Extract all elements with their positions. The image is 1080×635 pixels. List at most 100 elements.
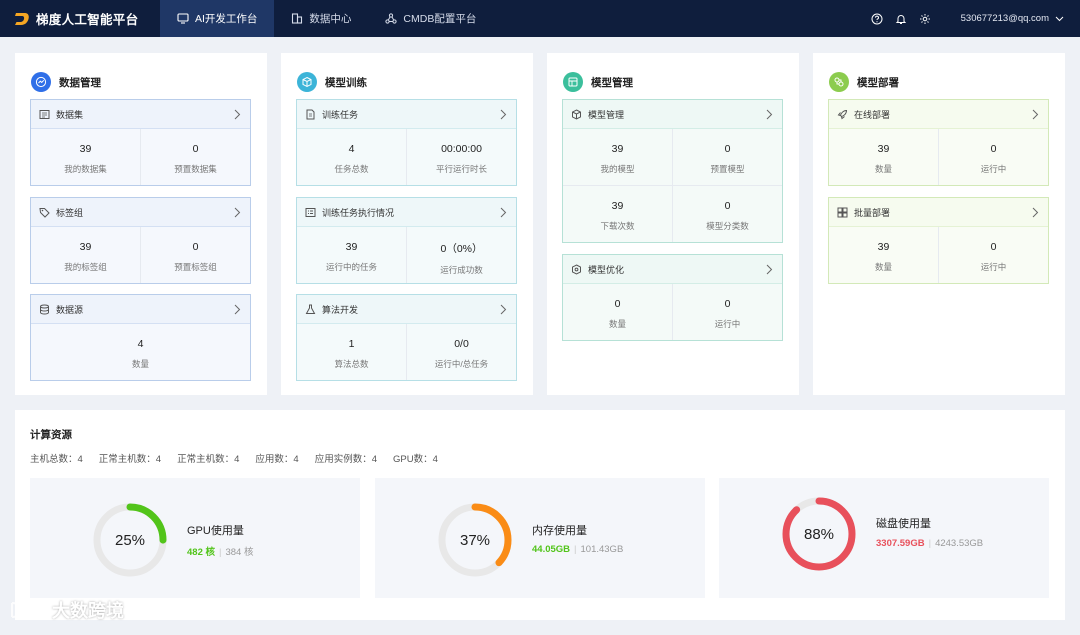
label-group-panel[interactable]: 标签组 39 我的标签组 0 预置标签组	[30, 197, 251, 284]
stat-cell: 0 预置模型	[672, 129, 782, 185]
chevron-right-icon[interactable]	[233, 207, 241, 218]
stat-value: 0	[990, 241, 997, 253]
panel-title: 数据集	[56, 109, 84, 120]
dataset-panel[interactable]: 数据集 39 我的数据集 0 预置数据集	[30, 99, 251, 186]
online-deployment-panel[interactable]: 在线部署 39 数量 0 运行中	[828, 99, 1049, 186]
stat-cell: 4 数量	[31, 324, 250, 380]
module-title: 模型部署	[857, 76, 899, 89]
top-right-tools: 530677213@qq.com	[859, 13, 1080, 25]
stat-cell: 1 算法总数	[297, 324, 406, 380]
stat-label: 运行成功数	[440, 265, 483, 275]
top-navbar: 梯度人工智能平台 AI开发工作台 数据中心 CMDB配置平台 530677213…	[0, 0, 1080, 37]
nav-ai-workbench[interactable]: AI开发工作台	[160, 0, 275, 37]
help-icon[interactable]	[871, 13, 883, 25]
stat-label: 运行中	[980, 164, 1007, 174]
chevron-right-icon[interactable]	[233, 109, 241, 120]
nav-cmdb[interactable]: CMDB配置平台	[368, 0, 493, 37]
module-title: 模型训练	[325, 76, 367, 89]
gpu-used: 482 核	[187, 547, 215, 558]
panel-title: 模型管理	[588, 109, 625, 120]
chevron-right-icon[interactable]	[765, 109, 773, 120]
stat-value: 0	[614, 298, 621, 310]
stat-cell: 39 我的模型	[563, 129, 672, 185]
gear-icon[interactable]	[919, 13, 931, 25]
gpu-usage-card: 25% GPU使用量 482 核 | 384 核	[30, 478, 360, 598]
algorithm-dev-panel[interactable]: 算法开发 1 算法总数 0/0 运行中/总任务	[296, 294, 517, 381]
stat-label: 运行中的任务	[325, 262, 377, 272]
account-menu[interactable]: 530677213@qq.com	[961, 13, 1064, 24]
main-nav: AI开发工作台 数据中心 CMDB配置平台	[160, 0, 493, 37]
memory-used: 44.05GB	[532, 544, 571, 555]
stat-value: 39	[79, 241, 92, 253]
chevron-right-icon[interactable]	[765, 264, 773, 275]
stat-cell: 00:00:00 平行运行时长	[406, 129, 516, 185]
chevron-right-icon[interactable]	[1031, 207, 1039, 218]
stat-value: 39	[877, 143, 890, 155]
stat-label: 预置模型	[710, 164, 745, 174]
stat-label: 我的数据集	[64, 164, 107, 174]
stat-cell: 0 预置数据集	[140, 129, 250, 185]
disk-total: 4243.53GB	[935, 538, 984, 549]
nav-data-center[interactable]: 数据中心	[274, 0, 368, 37]
document-icon	[305, 109, 316, 120]
stat-label: 预置标签组	[174, 262, 217, 272]
memory-usage-values: 44.05GB | 101.43GB	[532, 544, 624, 555]
rocket-icon	[837, 109, 848, 120]
stat-value: 0	[192, 143, 199, 155]
compute-resources-panel: 计算资源 主机总数：4 正常主机数：4 正常主机数：4 应用数：4 应用实例数：…	[15, 410, 1065, 620]
stat-label: 平行运行时长	[435, 164, 487, 174]
stat-value: 1	[348, 338, 355, 350]
training-task-panel[interactable]: 训练任务 4 任务总数 00:00:00 平行运行时长	[296, 99, 517, 186]
list-icon	[39, 109, 50, 120]
disk-used: 3307.59GB	[876, 538, 925, 549]
grid-icon	[837, 207, 848, 218]
gpu-usage-title: GPU使用量	[187, 525, 244, 537]
model-management-card: 模型管理 模型管理 39 我的模型 0 预置模型 39 下载次数 0 模型分类数 模型优…	[547, 53, 799, 395]
stat-label: 下载次数	[600, 221, 635, 231]
stat-host-normal: 正常主机数：4	[98, 454, 162, 465]
stat-value: 0	[724, 143, 731, 155]
cube-icon	[297, 72, 317, 92]
stat-gpu-count: GPU数：4	[392, 454, 438, 465]
panel-title: 数据源	[56, 304, 84, 315]
chevron-right-icon[interactable]	[499, 207, 507, 218]
batch-deployment-panel[interactable]: 批量部署 39 数量 0 运行中	[828, 197, 1049, 284]
stat-label: 数量	[608, 319, 626, 329]
chevron-right-icon[interactable]	[1031, 109, 1039, 120]
watermark-text: 大数跨境	[52, 601, 124, 621]
bell-icon[interactable]	[895, 13, 907, 25]
panel-title: 算法开发	[322, 304, 359, 315]
stat-label: 算法总数	[334, 359, 369, 369]
brand-title: 梯度人工智能平台	[36, 13, 139, 27]
panel-title: 模型优化	[588, 264, 625, 275]
deploy-icon	[829, 72, 849, 92]
gpu-usage-values: 482 核 | 384 核	[187, 547, 254, 558]
stat-cell: 39 运行中的任务	[297, 227, 406, 283]
stat-label: 运行中	[714, 319, 741, 329]
stat-cell: 39 数量	[829, 227, 938, 283]
data-source-panel[interactable]: 数据源 4 数量	[30, 294, 251, 381]
cluster-icon	[385, 13, 398, 24]
model-optimization-panel[interactable]: 模型优化 0 数量 0 运行中	[562, 254, 783, 341]
stat-cell: 0/0 运行中/总任务	[406, 324, 516, 380]
checklist-icon	[305, 207, 316, 218]
model-management-panel[interactable]: 模型管理 39 我的模型 0 预置模型 39 下载次数 0 模型分类数	[562, 99, 783, 243]
model-box-icon	[563, 72, 583, 92]
stat-cell: 0 模型分类数	[672, 186, 782, 242]
chevron-right-icon[interactable]	[499, 304, 507, 315]
stat-value: 0	[724, 298, 731, 310]
stat-cell: 0 预置标签组	[140, 227, 250, 283]
stat-value: 4	[348, 143, 355, 155]
stat-value: 39	[877, 241, 890, 253]
panel-title: 在线部署	[854, 109, 891, 120]
chevron-right-icon[interactable]	[499, 109, 507, 120]
module-title: 数据管理	[59, 76, 101, 89]
training-execution-panel[interactable]: 训练任务执行情况 39 运行中的任务 0（0%） 运行成功数	[296, 197, 517, 284]
gpu-percent: 25%	[114, 531, 146, 549]
memory-percent: 37%	[459, 531, 491, 549]
panel-title: 标签组	[56, 207, 84, 218]
flask-icon	[305, 304, 316, 315]
chevron-right-icon[interactable]	[233, 304, 241, 315]
brand[interactable]: 梯度人工智能平台	[0, 9, 160, 28]
stat-host-total: 主机总数：4	[30, 454, 83, 465]
